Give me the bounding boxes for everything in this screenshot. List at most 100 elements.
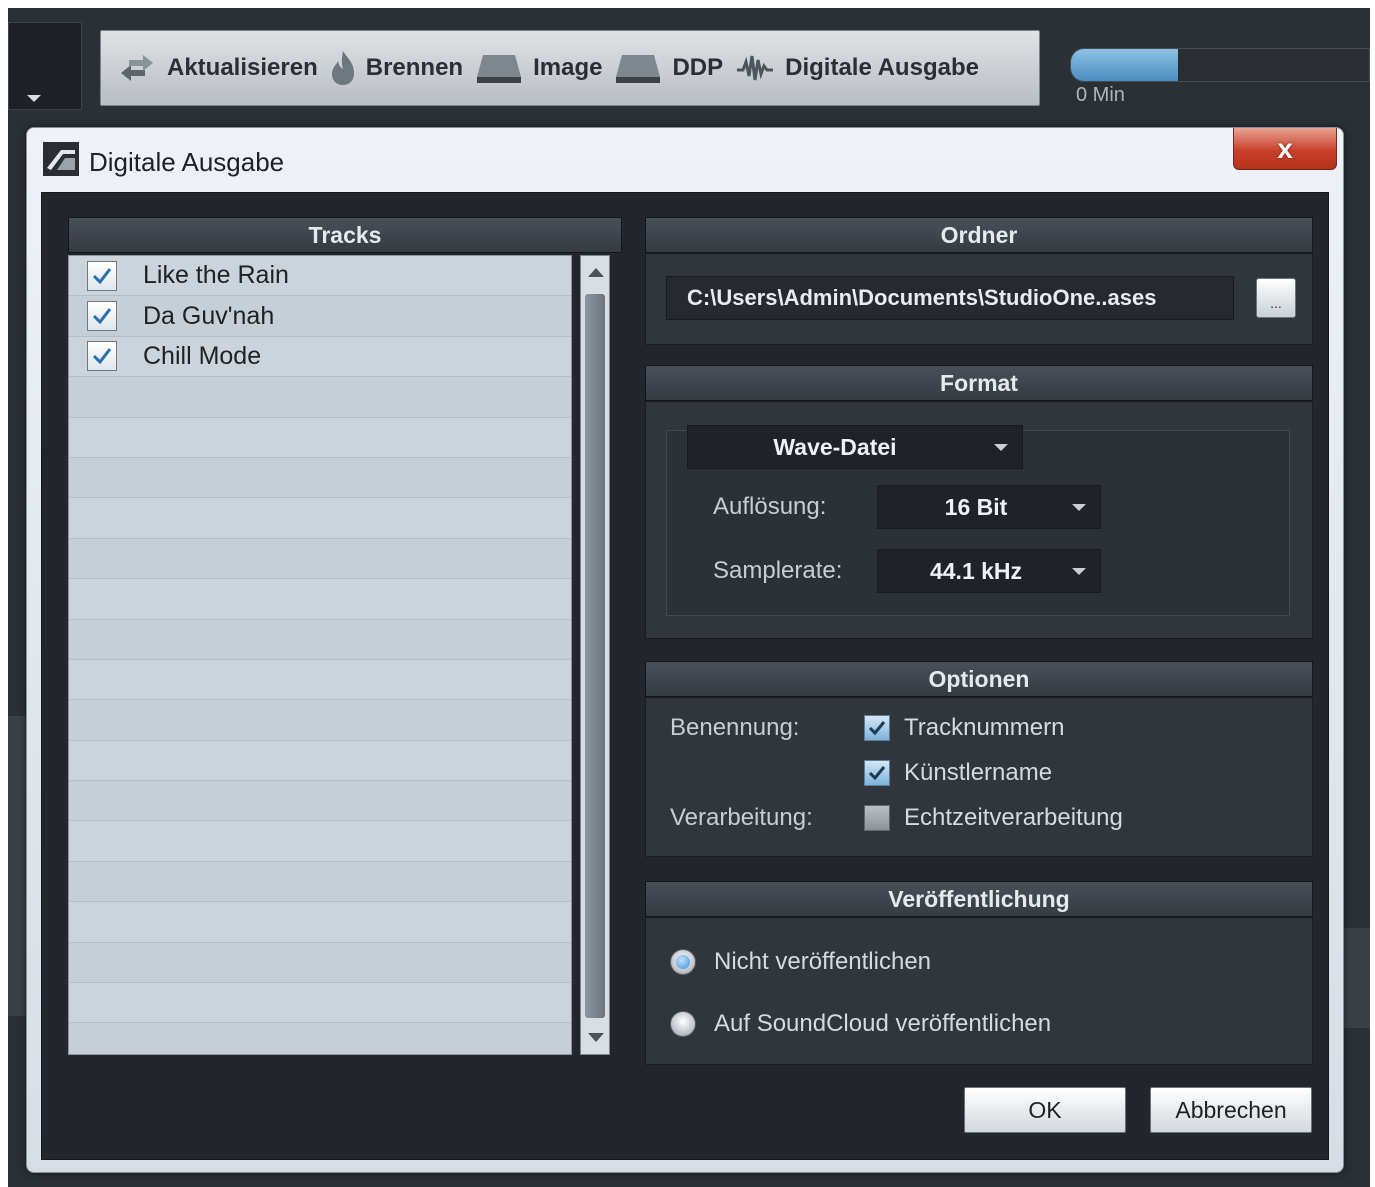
artistname-checkbox[interactable]: Künstlername <box>864 759 1052 787</box>
update-button-label: Aktualisieren <box>167 54 318 81</box>
main-toolbar: Aktualisieren Brennen Image DDP Digitale… <box>100 30 1040 106</box>
format-panel: Wave-Datei Auflösung: 16 Bit Samplerate:… <box>645 401 1313 639</box>
radio-selected-icon <box>670 949 696 975</box>
samplerate-label: Samplerate: <box>713 557 843 584</box>
checkmark-icon <box>92 348 112 365</box>
radio-no-publish-label: Nicht veröffentlichen <box>714 948 932 975</box>
empty-list-row <box>69 983 571 1024</box>
radio-publish-soundcloud[interactable]: Auf SoundCloud veröffentlichen <box>670 1010 1051 1038</box>
digital-output-button-label: Digitale Ausgabe <box>785 54 979 81</box>
empty-list-row <box>69 538 571 580</box>
processing-label: Verarbeitung: <box>670 804 813 831</box>
empty-list-row <box>69 942 571 984</box>
chevron-down-icon <box>1072 568 1086 575</box>
track-name: Chill Mode <box>143 341 262 370</box>
checkmark-icon <box>864 715 890 741</box>
flame-icon <box>330 49 356 87</box>
track-list-item[interactable]: Da Guv'nah <box>69 296 571 337</box>
refresh-arrows-icon <box>117 53 157 83</box>
cancel-button[interactable]: Abbrechen <box>1150 1087 1312 1133</box>
track-name: Da Guv'nah <box>143 301 275 330</box>
options-panel: Benennung: Tracknummern Künstlername Ver… <box>645 697 1313 857</box>
empty-list-row <box>69 660 571 701</box>
checkmark-icon <box>92 267 112 284</box>
scroll-down-arrow-icon[interactable] <box>588 1033 604 1042</box>
output-folder-path-field[interactable]: C:\Users\Admin\Documents\StudioOne..ases <box>666 276 1234 320</box>
track-list-item[interactable]: Like the Rain <box>69 256 571 297</box>
checkmark-icon <box>92 308 112 325</box>
empty-list-row <box>69 902 571 943</box>
ddp-button[interactable]: DDP <box>608 38 729 98</box>
capacity-progress-fill <box>1071 49 1179 81</box>
close-button[interactable]: x <box>1233 128 1337 170</box>
tracks-list: Like the Rain Da Guv'nah Chill Mode <box>68 255 572 1055</box>
empty-list-row <box>69 1023 571 1054</box>
options-header: Optionen <box>645 661 1313 697</box>
disc-drive-icon <box>475 51 523 85</box>
track-name: Like the Rain <box>143 261 289 290</box>
browse-folder-button[interactable]: ... <box>1256 278 1296 318</box>
scrollbar-thumb[interactable] <box>585 294 605 1018</box>
resolution-dropdown[interactable]: 16 Bit <box>877 485 1101 529</box>
folder-header-label: Ordner <box>940 221 1018 248</box>
tracks-header-label: Tracks <box>308 221 382 248</box>
empty-list-row <box>69 781 571 822</box>
publish-panel: Nicht veröffentlichen Auf SoundCloud ver… <box>645 917 1313 1065</box>
options-header-label: Optionen <box>928 665 1030 692</box>
tracks-scrollbar[interactable] <box>580 255 610 1055</box>
dialog-titlebar: Digitale Ausgabe <box>43 141 285 183</box>
file-type-dropdown[interactable]: Wave-Datei <box>687 425 1023 469</box>
chevron-down-icon <box>27 95 41 102</box>
radio-publish-soundcloud-label: Auf SoundCloud veröffentlichen <box>714 1010 1052 1037</box>
empty-list-row <box>69 579 571 620</box>
checkmark-icon <box>864 760 890 786</box>
naming-label: Benennung: <box>670 714 800 741</box>
publish-header: Veröffentlichung <box>645 881 1313 917</box>
empty-list-row <box>69 457 571 499</box>
scroll-up-arrow-icon[interactable] <box>588 268 604 277</box>
radio-unselected-icon <box>670 1011 696 1037</box>
burn-button[interactable]: Brennen <box>324 38 469 98</box>
empty-list-row <box>69 377 571 418</box>
close-icon: x <box>1277 132 1293 164</box>
format-group: Wave-Datei Auflösung: 16 Bit Samplerate:… <box>666 425 1290 616</box>
track-checkbox[interactable] <box>87 341 117 372</box>
tracknumbers-checkbox[interactable]: Tracknummern <box>864 714 1064 742</box>
samplerate-dropdown[interactable]: 44.1 kHz <box>877 549 1101 593</box>
empty-list-row <box>69 861 571 903</box>
dialog-body: Tracks Like the Rain Da Guv'nah Chill Mode… <box>41 192 1329 1160</box>
format-header-label: Format <box>940 369 1018 396</box>
update-button[interactable]: Aktualisieren <box>111 38 324 98</box>
empty-list-row <box>69 741 571 782</box>
capacity-progress-label: 0 Min <box>1076 84 1125 106</box>
capacity-progress-bar <box>1070 48 1370 82</box>
empty-list-row <box>69 619 571 660</box>
empty-list-row <box>69 821 571 862</box>
track-checkbox[interactable] <box>87 301 117 332</box>
empty-list-row <box>69 418 571 458</box>
image-button-label: Image <box>533 54 603 81</box>
track-list-item[interactable]: Chill Mode <box>69 337 571 378</box>
folder-header: Ordner <box>645 217 1313 253</box>
ddp-button-label: DDP <box>672 54 724 81</box>
digital-output-button[interactable]: Digitale Ausgabe <box>729 38 985 98</box>
chevron-down-icon <box>1072 504 1086 511</box>
app-menu-button[interactable] <box>8 22 82 110</box>
format-header: Format <box>645 365 1313 401</box>
ok-button[interactable]: OK <box>964 1087 1126 1133</box>
dialog-title: Digitale Ausgabe <box>89 146 285 177</box>
studio-one-logo-icon <box>43 141 79 183</box>
image-button[interactable]: Image <box>469 38 608 98</box>
realtime-processing-checkbox[interactable]: Echtzeitverarbeitung <box>864 804 1123 832</box>
track-checkbox[interactable] <box>87 260 117 291</box>
tracks-header: Tracks <box>68 217 622 253</box>
chevron-down-icon <box>994 444 1008 451</box>
background-track-strip <box>1344 928 1370 1028</box>
artistname-label: Künstlername <box>904 759 1053 786</box>
radio-no-publish[interactable]: Nicht veröffentlichen <box>670 948 931 976</box>
checkbox-empty-icon <box>864 805 890 831</box>
waveform-icon <box>735 52 775 84</box>
resolution-value: 16 Bit <box>944 493 1008 520</box>
samplerate-value: 44.1 kHz <box>929 557 1023 584</box>
tracknumbers-label: Tracknummern <box>904 714 1065 741</box>
